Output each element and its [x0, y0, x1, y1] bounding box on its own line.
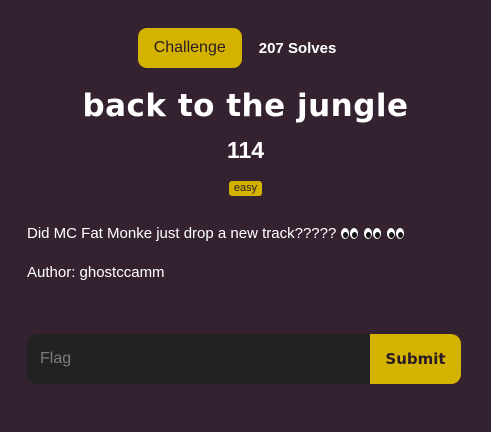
- description-text: Did MC Fat Monke just drop a new track??…: [27, 225, 337, 242]
- flag-form: Submit: [27, 334, 461, 384]
- tag-list: easy: [0, 181, 491, 196]
- challenge-author: Author: ghostccamm: [27, 264, 165, 281]
- tab-solves[interactable]: 207 Solves: [242, 28, 354, 68]
- eyes-emoji: [341, 228, 359, 239]
- challenge-description: Did MC Fat Monke just drop a new track??…: [27, 225, 405, 242]
- tab-challenge[interactable]: Challenge: [137, 28, 242, 68]
- challenge-title: back to the jungle: [82, 88, 409, 124]
- flag-input[interactable]: [27, 334, 370, 384]
- difficulty-tag: easy: [228, 181, 263, 196]
- eyes-emoji: [387, 228, 405, 239]
- eyes-emoji-group: [341, 228, 405, 239]
- submit-button[interactable]: Submit: [370, 334, 461, 384]
- eyes-emoji: [364, 228, 382, 239]
- challenge-tabs: Challenge 207 Solves: [0, 28, 491, 68]
- challenge-points: 114: [226, 137, 265, 163]
